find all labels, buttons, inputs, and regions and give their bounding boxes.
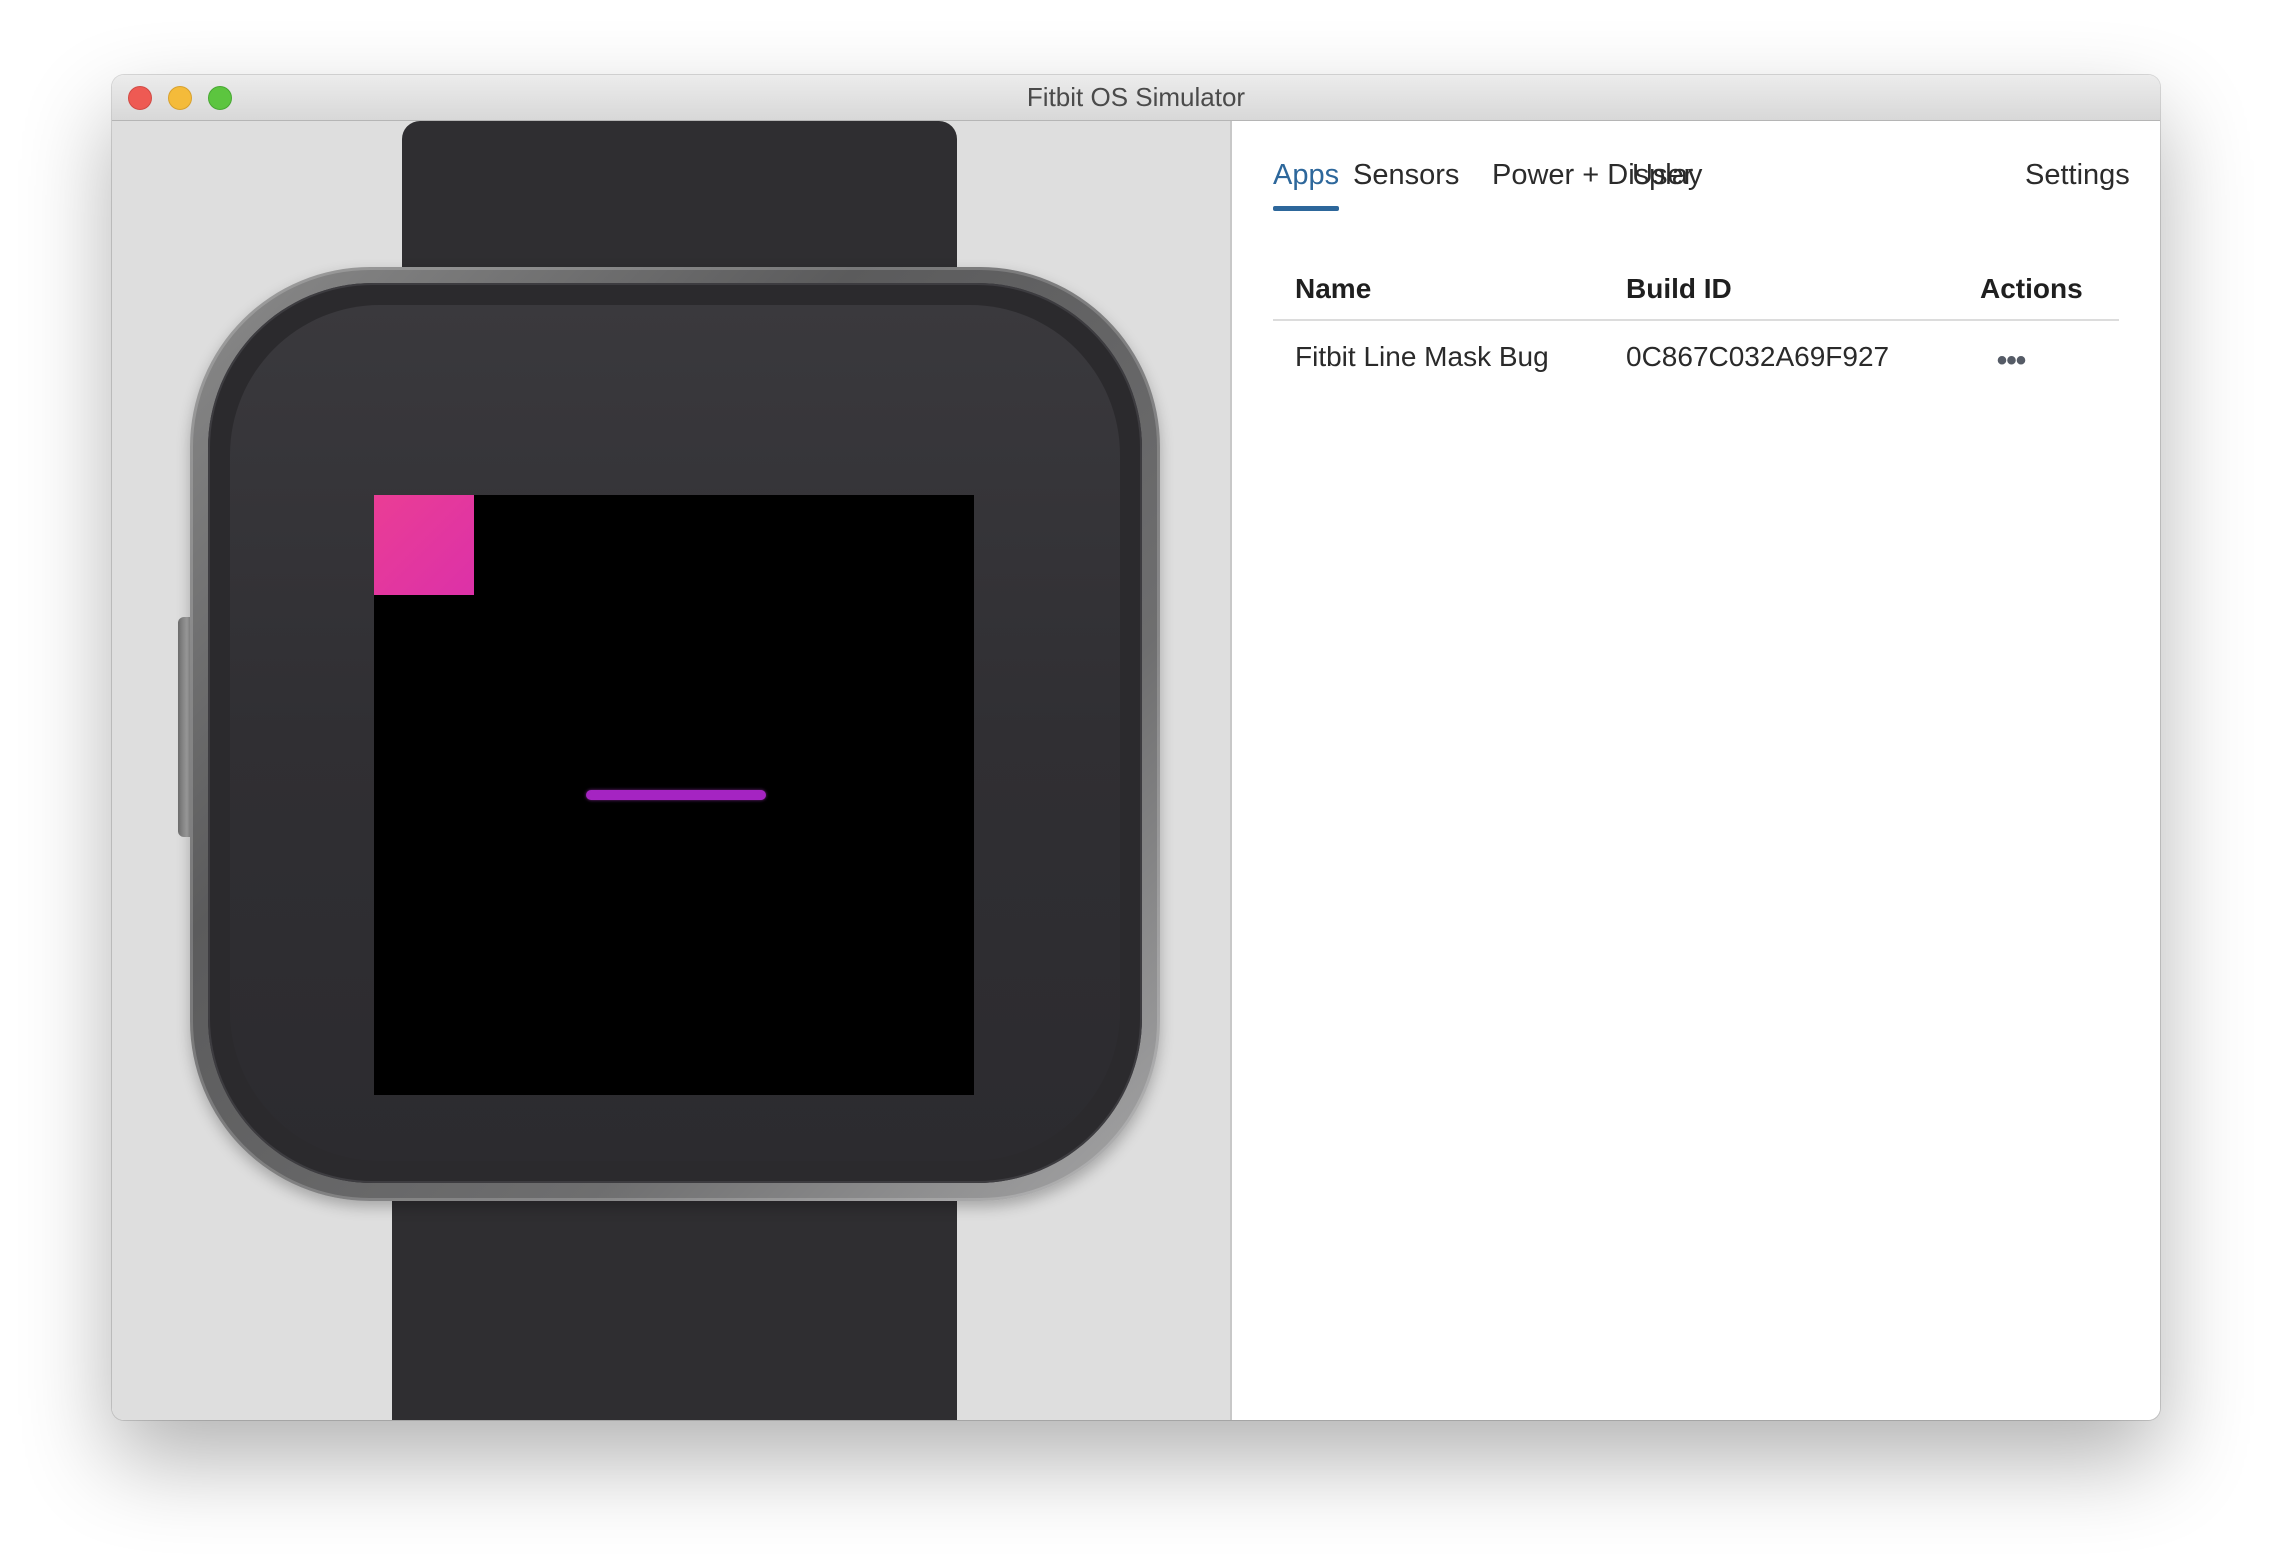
window-title: Fitbit OS Simulator [1026,82,1246,112]
watch-screen[interactable] [374,495,974,1095]
simulator-window: Fitbit OS Simulator Apps Sensors Power +… [112,75,2160,1420]
build-id-cell: 0C867C032A69F927 [1626,341,1890,372]
column-header-name: Name [1295,273,1372,304]
more-horizontal-icon[interactable]: ••• [1991,343,2031,379]
app-name-cell: Fitbit Line Mask Bug [1295,341,1549,372]
apps-table-header: Name Build ID Actions [1273,261,2119,321]
pink-square [374,495,474,595]
watch-band-bottom [392,1181,957,1420]
title-bar[interactable]: Fitbit OS Simulator [112,75,2160,121]
column-header-build-id: Build ID [1626,273,1732,304]
purple-line [586,790,766,800]
control-pane: Apps Sensors Power + Display User Settin… [1232,121,2160,1420]
table-row: Fitbit Line Mask Bug 0C867C032A69F927 ••… [1273,321,2119,399]
tab-apps[interactable]: Apps [1273,159,1340,211]
tab-sensors[interactable]: Sensors [1353,159,1459,211]
tab-settings[interactable]: Settings [2025,159,2130,211]
tab-user[interactable]: User [1632,159,1693,211]
column-header-actions: Actions [1980,273,2083,304]
device-preview-pane [112,121,1232,1420]
